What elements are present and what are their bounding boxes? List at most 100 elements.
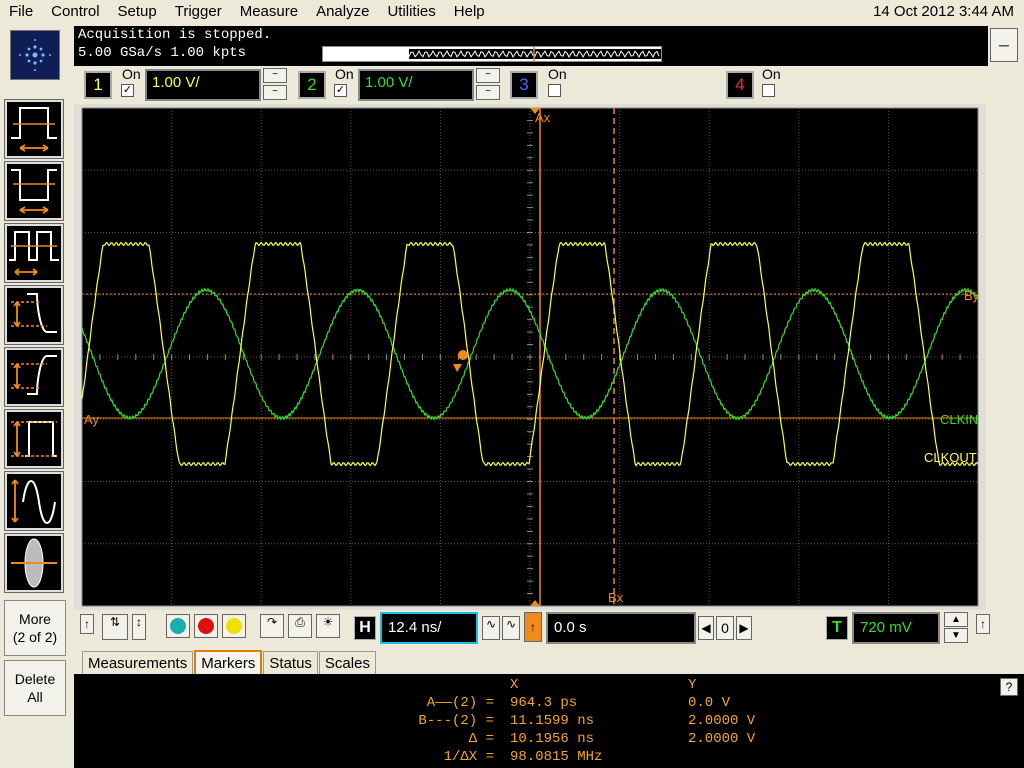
markers-y-header: Y <box>688 677 697 693</box>
marker-row-b: B---(2) = 11.1599 ns 2.0000 V <box>74 712 1024 730</box>
negative-width-meas-button[interactable] <box>4 161 64 221</box>
sine-icon <box>11 479 56 524</box>
autoscale-icon: ↷ <box>266 615 278 629</box>
marker-freq-label: 1/ΔX = <box>443 749 494 765</box>
tab-measurements[interactable]: Measurements <box>82 651 194 676</box>
ch3-number: 3 <box>519 75 529 94</box>
ch2-on-checkbox[interactable]: ✓ <box>334 84 347 97</box>
marker-row-delta: Δ = 10.1956 ns 2.0000 V <box>74 730 1024 748</box>
fall-time-icon <box>11 293 57 333</box>
menu-setup[interactable]: Setup <box>109 0 166 24</box>
sun-icon: ☀ <box>322 615 334 629</box>
more-button[interactable]: More (2 of 2) <box>4 600 66 656</box>
marker-ax-label: Ax <box>535 110 551 125</box>
ch1-button[interactable]: 1 <box>84 71 112 99</box>
markers-readout: X Y A——(2) = 964.3 ps 0.0 V B---(2) = 11… <box>74 674 1024 768</box>
delay-input[interactable]: 0.0 s <box>546 612 696 644</box>
help-button[interactable]: ? <box>1000 678 1018 696</box>
waveform-display[interactable]: Ax Bx Ay By CLKIN CLKOUT T 2 1 <box>74 104 1003 610</box>
delay-reference-value[interactable]: 0 <box>716 616 734 640</box>
marker-b-label: B---(2) = <box>418 713 494 729</box>
marker-by-label: By <box>964 288 980 303</box>
peak-to-peak-meas-button[interactable] <box>4 471 64 531</box>
zoom-vertical-button[interactable]: ⇅ <box>102 614 128 640</box>
menu-measure[interactable]: Measure <box>231 0 307 24</box>
delay-right-button[interactable]: ▶ <box>736 616 752 640</box>
trigger-scroll-button[interactable]: ↑ <box>976 614 990 634</box>
menu-analyze[interactable]: Analyze <box>307 0 378 24</box>
ch2-coupling-dc-button[interactable]: ~ <box>476 85 500 100</box>
ch1-coupling-ac-button[interactable]: ~ <box>263 68 287 83</box>
period-meas-button[interactable] <box>4 223 64 283</box>
average-icon <box>11 538 57 588</box>
ch3-on-checkbox[interactable] <box>548 84 561 97</box>
amplitude-icon <box>11 421 57 457</box>
ch4-button[interactable]: 4 <box>726 71 754 99</box>
rise-time-meas-button[interactable] <box>4 347 64 407</box>
horizontal-controls: ↑ ⇅ ↕ ↷ ⎙ ☀ H 12.4 ns/ ∿ ∿ ↑ 0.0 s ◀ 0 ▶… <box>74 610 1024 646</box>
menu-help[interactable]: Help <box>445 0 494 24</box>
ch4-on-checkbox[interactable] <box>762 84 775 97</box>
trigger-level-down-button[interactable]: ▼ <box>944 628 968 643</box>
tab-status[interactable]: Status <box>263 651 318 676</box>
delay-left-button[interactable]: ◀ <box>698 616 714 640</box>
marker-a-label: A——(2) = <box>426 695 494 711</box>
marker-a-x: 964.3 ps <box>510 695 578 711</box>
minimize-button[interactable]: ─ <box>990 28 1018 62</box>
trigger-level-input[interactable]: 720 mV <box>852 612 940 644</box>
tab-scales[interactable]: Scales <box>318 651 376 676</box>
circle-cyan-icon <box>170 618 186 634</box>
timebase-coarse-button[interactable]: ∿ <box>502 616 520 640</box>
fall-time-meas-button[interactable] <box>4 285 64 345</box>
brightness-button[interactable]: ☀ <box>316 614 340 638</box>
ch3-button[interactable]: 3 <box>510 71 538 99</box>
tab-markers[interactable]: Markers <box>194 650 263 676</box>
color-green-button[interactable] <box>166 614 190 638</box>
ch1-coupling-dc-button[interactable]: ~ <box>263 85 287 100</box>
more-label: More <box>19 611 51 627</box>
color-red-button[interactable] <box>194 614 218 638</box>
print-button[interactable]: ⎙ <box>288 614 312 638</box>
timebase-fine-button[interactable]: ∿ <box>482 616 500 640</box>
menu-file[interactable]: File <box>0 0 42 24</box>
menu-control[interactable]: Control <box>42 0 108 24</box>
menu-trigger[interactable]: Trigger <box>166 0 231 24</box>
ch2-scale-input[interactable]: 1.00 V/ <box>358 69 474 101</box>
marker-b-x: 11.1599 ns <box>510 713 595 729</box>
delete-label: Delete <box>14 671 56 687</box>
marker-row-a: A——(2) = 964.3 ps 0.0 V <box>74 694 1024 712</box>
menu-bar: File Control Setup Trigger Measure Analy… <box>0 0 1024 24</box>
color-yellow-button[interactable] <box>222 614 246 638</box>
marker-ay-label: Ay <box>84 412 99 427</box>
clkin-label: CLKIN <box>940 412 978 427</box>
scroll-up-button[interactable]: ↑ <box>80 614 94 634</box>
markers-x-header: X <box>510 677 519 693</box>
marker-row-freq: 1/ΔX = 98.0815 MHz <box>74 748 1024 766</box>
rise-time-icon <box>11 355 57 395</box>
delete-all-button[interactable]: Delete All <box>4 660 66 716</box>
ch1-on-checkbox[interactable]: ✓ <box>121 84 134 97</box>
memory-bar[interactable] <box>322 46 662 62</box>
acquisition-state: Acquisition is stopped. <box>78 27 272 43</box>
delete-all-label: All <box>27 689 43 705</box>
autoscale-button[interactable]: ↷ <box>260 614 284 638</box>
pulse-width-icon <box>11 107 57 152</box>
amplitude-meas-button[interactable] <box>4 409 64 469</box>
marker-bx-label: Bx <box>608 590 624 605</box>
marker-b-y: 2.0000 V <box>688 713 756 729</box>
left-toolbar: More (2 of 2) Delete All <box>0 24 72 768</box>
ch1-scale-input[interactable]: 1.00 V/ <box>145 69 261 101</box>
ch2-coupling-ac-button[interactable]: ~ <box>476 68 500 83</box>
menu-utilities[interactable]: Utilities <box>378 0 444 24</box>
timebase-input[interactable]: 12.4 ns/ <box>380 612 478 644</box>
delay-marker-icon: ↑ <box>524 612 542 642</box>
ch1-number: 1 <box>93 75 103 94</box>
printer-icon: ⎙ <box>295 615 305 629</box>
pulse-width-meas-button[interactable] <box>4 99 64 159</box>
datetime: 14 Oct 2012 3:44 AM <box>873 3 1014 20</box>
marker-b-point[interactable] <box>458 350 468 360</box>
ch2-button[interactable]: 2 <box>298 71 326 99</box>
expand-vertical-button[interactable]: ↕ <box>132 614 146 640</box>
trigger-level-up-button[interactable]: ▲ <box>944 612 968 627</box>
average-meas-button[interactable] <box>4 533 64 593</box>
